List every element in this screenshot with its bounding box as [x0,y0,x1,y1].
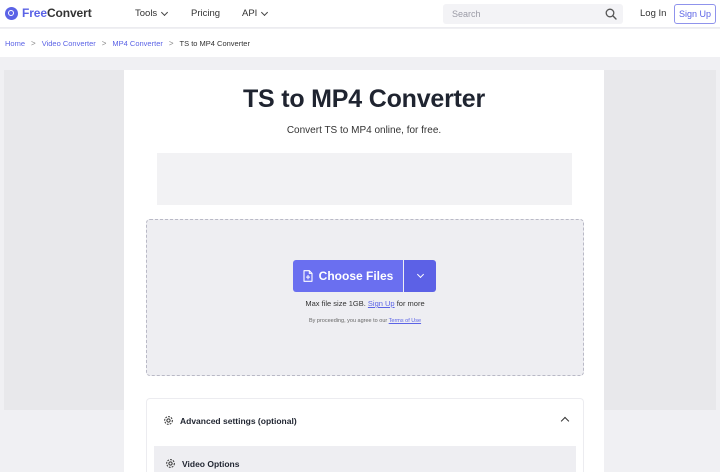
upload-source-dropdown[interactable] [404,260,436,292]
brand-name-prefix: Free [22,6,47,20]
agree-text: By proceeding, you agree to our [308,318,388,324]
nav-api-label: API [242,8,258,19]
login-link[interactable]: Log In [640,8,666,19]
file-icon [303,270,313,282]
gear-icon [164,416,173,425]
breadcrumb-mp4-converter[interactable]: MP4 Converter [112,39,162,48]
video-options-title: Video Options [182,458,240,469]
top-navbar: FreeConvert Tools Pricing API Log In Sig… [0,0,720,28]
advanced-settings-header[interactable]: Advanced settings (optional) [163,415,297,426]
right-ad-panel [604,70,716,410]
nav-tools-label: Tools [135,8,158,19]
page-subtitle: Convert TS to MP4 online, for free. [286,125,442,136]
brand-name-suffix: Convert [46,6,92,20]
ad-banner [157,153,572,205]
terms-agreement-note: By proceeding, you agree to our Terms of… [0,318,720,324]
nav-api[interactable]: API [242,8,269,19]
gear-icon [166,459,175,468]
search-input[interactable] [443,4,603,24]
breadcrumb-home[interactable]: Home [5,39,25,48]
chevron-down-icon [161,8,169,16]
breadcrumb-separator: > [101,38,107,48]
nav-pricing-label: Pricing [191,8,221,19]
max-size-suffix: for more [396,299,425,308]
video-options-header[interactable]: Video Options [165,458,239,469]
search-icon[interactable] [605,8,617,20]
freeconvert-logo-icon [5,6,18,20]
left-ad-panel [4,70,124,410]
breadcrumb-current: TS to MP4 Converter [179,38,250,48]
search-box [443,4,623,24]
file-dropzone[interactable] [146,219,584,376]
brand-logo[interactable]: FreeConvert [5,6,92,20]
advanced-settings-title: Advanced settings (optional) [180,415,297,426]
chevron-down-icon [416,270,424,279]
max-size-text: Max file size 1GB. [305,299,366,308]
breadcrumb-video-converter[interactable]: Video Converter [42,39,96,48]
choose-files-button[interactable]: Choose Files [293,260,403,292]
signup-link[interactable]: Sign Up [368,299,395,308]
breadcrumb-separator: > [31,38,36,48]
max-file-size-note: Max file size 1GB. Sign Up for more [0,299,720,308]
nav-tools[interactable]: Tools [135,8,169,19]
page-title: TS to MP4 Converter [242,85,486,113]
signup-button[interactable]: Sign Up [674,4,716,24]
chevron-down-icon [261,8,269,16]
choose-files-label: Choose Files [318,269,394,283]
nav-pricing[interactable]: Pricing [191,8,220,19]
breadcrumb-separator: > [168,38,174,48]
breadcrumb: Home > Video Converter > MP4 Converter >… [0,29,720,57]
terms-of-use-link[interactable]: Terms of Use [389,318,421,324]
brand-name: FreeConvert [22,6,92,20]
